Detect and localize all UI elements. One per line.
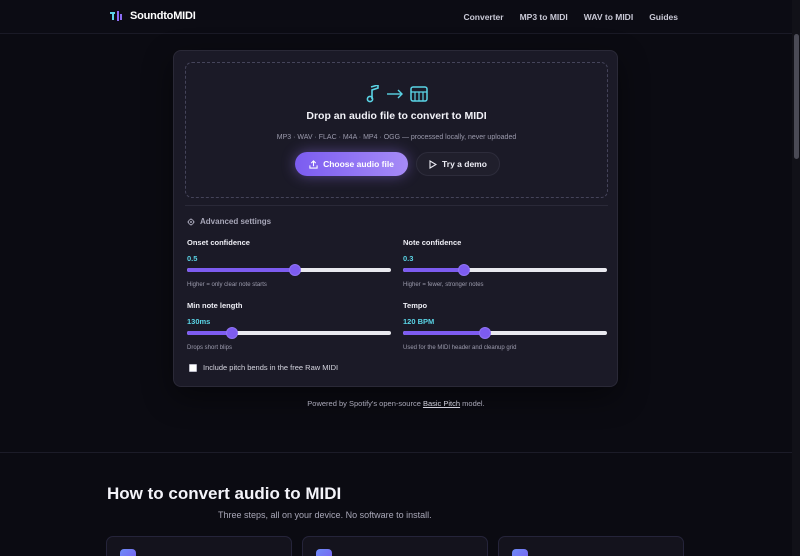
nav-converter[interactable]: Converter: [463, 12, 503, 22]
slider-fill: [403, 331, 485, 335]
slider-fill: [403, 268, 465, 272]
basic-pitch-link[interactable]: Basic Pitch: [423, 399, 460, 408]
dropzone-subtitle: MP3 · WAV · FLAC · M4A · MP4 · OGG — pro…: [276, 134, 517, 141]
setting-label: Note confidence: [403, 238, 462, 247]
choose-audio-file-label: Choose audio file: [323, 159, 394, 169]
gear-icon: [187, 217, 195, 226]
setting-note-confidence: Note confidence 0.3 Higher = fewer, stro…: [403, 238, 607, 288]
nav-mp3-to-midi[interactable]: MP3 to MIDI: [520, 12, 568, 22]
setting-min-note-length: Min note length 130ms Drops short blips: [187, 301, 391, 351]
try-demo-button[interactable]: Try a demo: [416, 152, 500, 176]
tempo-slider[interactable]: [403, 328, 607, 338]
setting-onset-confidence: Onset confidence 0.5 Higher = only clear…: [187, 238, 391, 288]
pitch-bends-option[interactable]: Include pitch bends in the free Raw MIDI: [189, 363, 338, 372]
setting-label: Tempo: [403, 301, 428, 310]
choose-audio-file-button[interactable]: Choose audio file: [295, 152, 408, 176]
step-card-3: [498, 536, 684, 556]
step-2-icon: [316, 549, 332, 556]
step-card-2: [302, 536, 488, 556]
setting-label: Onset confidence: [187, 238, 250, 247]
main-nav: Converter MP3 to MIDI WAV to MIDI Guides: [463, 12, 678, 22]
dropzone-icons: [186, 85, 607, 103]
card-divider: [185, 205, 608, 206]
scrollbar-thumb[interactable]: [794, 34, 799, 159]
setting-label: Min note length: [187, 301, 243, 310]
page-scrollbar[interactable]: [792, 0, 800, 556]
powered-by-suffix: model.: [460, 399, 485, 408]
piano-icon: [409, 86, 428, 102]
slider-thumb[interactable]: [226, 328, 237, 338]
slider-thumb[interactable]: [479, 328, 490, 338]
advanced-settings-label: Advanced settings: [200, 217, 272, 226]
powered-by-prefix: Powered by Spotify's open-source: [307, 399, 423, 408]
pitch-bends-checkbox[interactable]: [189, 363, 197, 372]
slider-fill: [187, 331, 232, 335]
step-1-icon: [120, 549, 136, 556]
howto-subtitle: Three steps, all on your device. No soft…: [218, 510, 432, 520]
setting-value: 130ms: [187, 317, 211, 326]
converter-card: Drop an audio file to convert to MIDI MP…: [173, 50, 618, 387]
try-demo-label: Try a demo: [442, 159, 487, 169]
advanced-settings-toggle[interactable]: Advanced settings: [187, 217, 271, 226]
setting-hint: Higher = only clear note starts: [187, 282, 267, 288]
arrow-right-icon: [386, 89, 403, 99]
powered-by-note: Powered by Spotify's open-source Basic P…: [0, 399, 792, 408]
note-confidence-slider[interactable]: [403, 265, 607, 275]
onset-confidence-slider[interactable]: [187, 265, 391, 275]
setting-tempo: Tempo 120 BPM Used for the MIDI header a…: [403, 301, 607, 351]
section-divider: [0, 452, 792, 453]
setting-value: 0.3: [403, 254, 414, 263]
brand-logo-link[interactable]: SoundtoMIDI: [110, 10, 196, 22]
upload-icon: [309, 159, 318, 169]
min-note-length-slider[interactable]: [187, 328, 391, 338]
brand-name: SoundtoMIDI: [130, 10, 196, 22]
dropzone-title: Drop an audio file to convert to MIDI: [306, 110, 487, 122]
play-icon: [429, 159, 438, 169]
brand-logo-icon: [110, 11, 122, 21]
nav-guides[interactable]: Guides: [649, 12, 678, 22]
setting-hint: Higher = fewer, stronger notes: [403, 282, 484, 288]
slider-thumb[interactable]: [459, 265, 470, 275]
nav-wav-to-midi[interactable]: WAV to MIDI: [584, 12, 633, 22]
setting-hint: Used for the MIDI header and cleanup gri…: [403, 345, 517, 351]
slider-fill: [187, 268, 296, 272]
pitch-bends-label: Include pitch bends in the free Raw MIDI: [203, 363, 339, 372]
top-navbar: SoundtoMIDI Converter MP3 to MIDI WAV to…: [0, 0, 800, 34]
howto-heading: How to convert audio to MIDI: [107, 484, 342, 503]
audio-dropzone[interactable]: Drop an audio file to convert to MIDI MP…: [185, 62, 608, 198]
setting-value: 0.5: [187, 254, 198, 263]
setting-hint: Drops short blips: [187, 345, 233, 351]
slider-thumb[interactable]: [290, 265, 301, 275]
step-card-1: [106, 536, 292, 556]
music-note-icon: [366, 85, 379, 103]
step-3-icon: [512, 549, 528, 556]
setting-value: 120 BPM: [403, 317, 435, 326]
